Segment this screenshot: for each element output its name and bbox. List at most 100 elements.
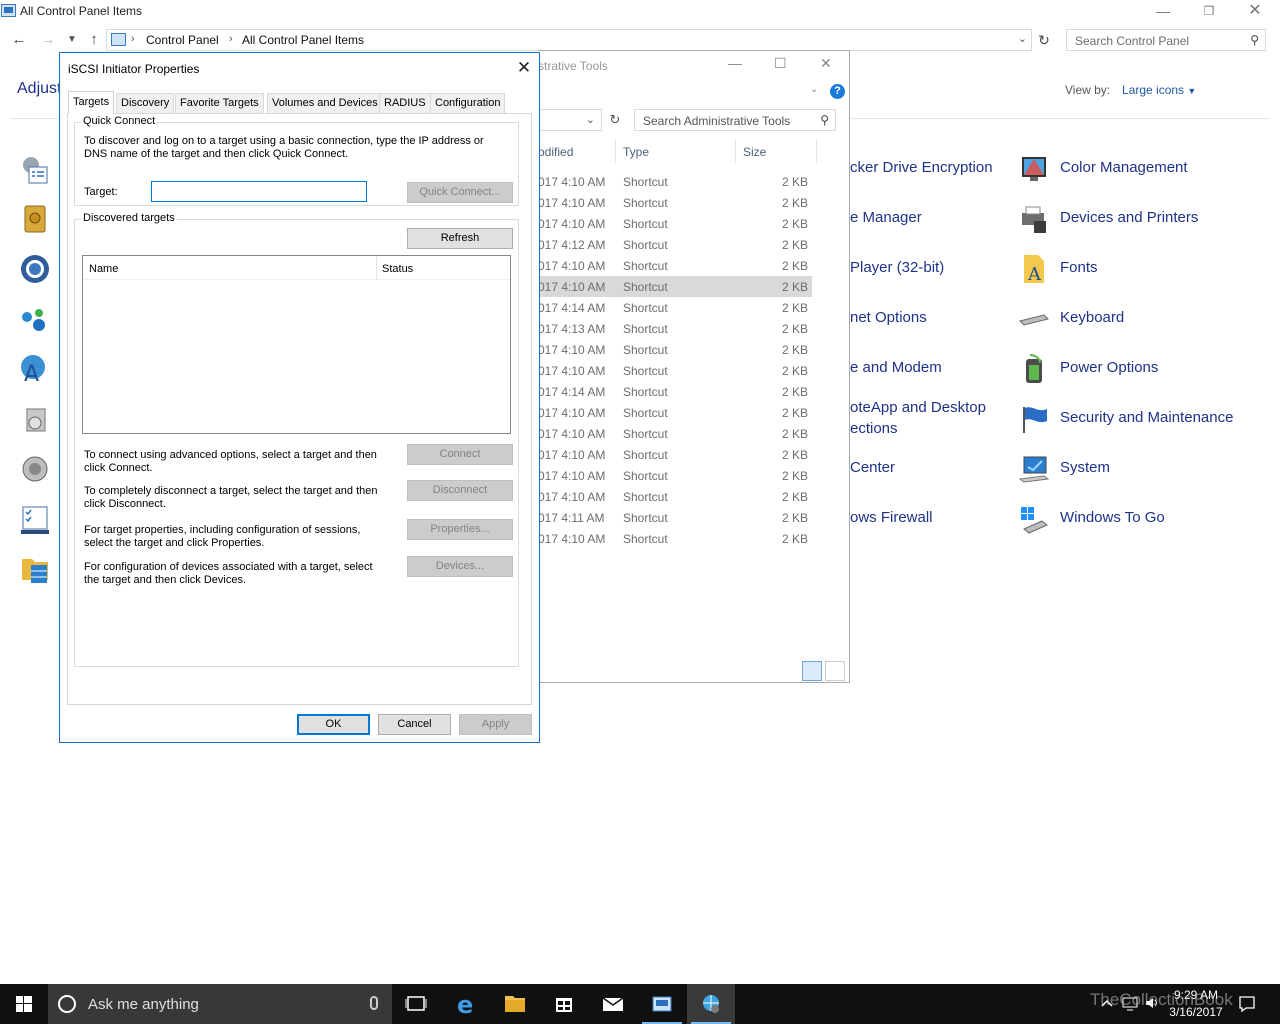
taskbar: Ask me anything e 9:29 AM 3/16/2017: [0, 984, 1280, 1024]
forward-arrow-icon[interactable]: →: [38, 30, 58, 50]
admin-tools-address-bar[interactable]: ⌄: [538, 109, 602, 131]
column-separator[interactable]: [615, 139, 616, 163]
targets-list[interactable]: Name Status: [82, 255, 511, 434]
cp-item-security-maintenance[interactable]: Security and Maintenance: [1018, 403, 1258, 435]
tab-discovery[interactable]: Discovery: [116, 93, 175, 113]
column-header-status[interactable]: Status: [382, 263, 413, 275]
disconnect-button[interactable]: Disconnect: [407, 480, 513, 501]
file-row[interactable]: 017 4:10 AM Shortcut 2 KB: [538, 444, 812, 465]
cp-item-fonts[interactable]: A Fonts: [1018, 253, 1258, 285]
tab-favorite-targets[interactable]: Favorite Targets: [175, 93, 264, 113]
connect-button[interactable]: Connect: [407, 444, 513, 465]
language-icon[interactable]: A: [19, 353, 51, 385]
column-separator[interactable]: [735, 139, 736, 163]
administrative-tools-window[interactable]: strative Tools — ☐ ✕ ⌄ ? ⌄ ↻ Search Admi…: [538, 50, 850, 683]
work-folders-icon[interactable]: [19, 553, 51, 585]
ribbon-expand-chevron-icon[interactable]: ⌄: [810, 84, 818, 95]
start-button[interactable]: [0, 984, 48, 1024]
cp-item-keyboard[interactable]: Keyboard: [1018, 303, 1258, 335]
control-panel-search-input[interactable]: Search Control Panel ⚲: [1066, 29, 1266, 51]
file-row[interactable]: 017 4:12 AM Shortcut 2 KB: [538, 234, 812, 255]
recent-locations-chevron-icon[interactable]: ▼: [62, 30, 82, 50]
file-row[interactable]: 017 4:10 AM Shortcut 2 KB: [538, 339, 812, 360]
file-row[interactable]: 017 4:10 AM Shortcut 2 KB: [538, 276, 812, 297]
cp-item-devices-printers[interactable]: Devices and Printers: [1018, 203, 1258, 235]
file-row[interactable]: 017 4:10 AM Shortcut 2 KB: [538, 465, 812, 486]
view-by-dropdown[interactable]: Large icons ▼: [1122, 83, 1196, 97]
cp-item-windows-to-go[interactable]: Windows To Go: [1018, 503, 1258, 535]
address-dropdown-chevron-icon[interactable]: ⌄: [1018, 32, 1027, 45]
file-row[interactable]: 017 4:13 AM Shortcut 2 KB: [538, 318, 812, 339]
refresh-icon[interactable]: ↻: [604, 109, 626, 131]
file-row[interactable]: 017 4:10 AM Shortcut 2 KB: [538, 402, 812, 423]
apply-button[interactable]: Apply: [459, 714, 532, 735]
tab-targets[interactable]: Targets: [68, 91, 115, 114]
address-bar[interactable]: › Control Panel › All Control Panel Item…: [106, 29, 1032, 51]
file-row[interactable]: 017 4:10 AM Shortcut 2 KB: [538, 171, 812, 192]
cancel-button[interactable]: Cancel: [378, 714, 451, 735]
column-separator[interactable]: [816, 139, 817, 163]
sound-icon[interactable]: [19, 453, 51, 485]
programs-features-icon[interactable]: [19, 403, 51, 435]
taskbar-file-explorer[interactable]: [491, 984, 539, 1024]
close-icon[interactable]: ✕: [512, 57, 536, 79]
admin-tools-search-input[interactable]: Search Administrative Tools ⚲: [634, 109, 836, 131]
cortana-search-box[interactable]: Ask me anything: [48, 984, 392, 1024]
file-row[interactable]: 017 4:10 AM Shortcut 2 KB: [538, 360, 812, 381]
quick-connect-button[interactable]: Quick Connect...: [407, 182, 513, 203]
column-header-name[interactable]: Name: [89, 263, 118, 275]
devices-button[interactable]: Devices...: [407, 556, 513, 577]
file-row[interactable]: 017 4:14 AM Shortcut 2 KB: [538, 297, 812, 318]
file-row[interactable]: 017 4:10 AM Shortcut 2 KB: [538, 255, 812, 276]
file-row[interactable]: 017 4:11 AM Shortcut 2 KB: [538, 507, 812, 528]
file-row[interactable]: 017 4:10 AM Shortcut 2 KB: [538, 213, 812, 234]
default-programs-icon[interactable]: [19, 253, 51, 285]
taskbar-iscsi-initiator[interactable]: [687, 984, 735, 1024]
breadcrumb-control-panel[interactable]: Control Panel: [146, 33, 219, 47]
ok-button[interactable]: OK: [297, 714, 370, 735]
task-view-button[interactable]: [392, 984, 440, 1024]
tab-radius[interactable]: RADIUS: [379, 93, 431, 113]
taskbar-store[interactable]: [540, 984, 588, 1024]
maximize-button[interactable]: ☐: [774, 55, 787, 72]
column-separator[interactable]: [376, 256, 377, 279]
address-dropdown-chevron-icon[interactable]: ⌄: [586, 113, 595, 126]
tab-volumes-devices[interactable]: Volumes and Devices: [267, 93, 383, 113]
minimize-button[interactable]: —: [1140, 0, 1186, 24]
up-arrow-icon[interactable]: ↑: [84, 30, 104, 50]
cp-item-color-management[interactable]: Color Management: [1018, 153, 1258, 185]
cp-item-power-options[interactable]: Power Options: [1018, 353, 1258, 385]
file-row[interactable]: 017 4:10 AM Shortcut 2 KB: [538, 423, 812, 444]
tab-configuration[interactable]: Configuration: [430, 93, 506, 113]
restore-button[interactable]: ❐: [1186, 0, 1232, 24]
file-row[interactable]: 017 4:10 AM Shortcut 2 KB: [538, 486, 812, 507]
action-center-icon[interactable]: [19, 153, 51, 185]
taskbar-mail[interactable]: [589, 984, 637, 1024]
column-header-type[interactable]: Type: [623, 145, 649, 159]
file-row[interactable]: 017 4:14 AM Shortcut 2 KB: [538, 381, 812, 402]
column-header-date-modified[interactable]: odified: [538, 145, 573, 159]
close-button[interactable]: ✕: [820, 55, 832, 72]
cp-item-system[interactable]: System: [1018, 453, 1258, 485]
refresh-icon[interactable]: ↻: [1034, 30, 1054, 50]
back-arrow-icon[interactable]: ←: [9, 30, 29, 50]
close-button[interactable]: ✕: [1232, 0, 1278, 24]
taskbar-navigation-icon[interactable]: [19, 503, 51, 535]
help-icon[interactable]: ?: [830, 84, 845, 99]
action-center-notification-icon[interactable]: [1238, 995, 1256, 1013]
taskbar-edge[interactable]: e: [442, 984, 490, 1024]
column-header-size[interactable]: Size: [743, 145, 766, 159]
refresh-button[interactable]: Refresh: [407, 228, 513, 249]
file-row[interactable]: 017 4:10 AM Shortcut 2 KB: [538, 192, 812, 213]
minimize-button[interactable]: —: [728, 55, 742, 71]
taskbar-control-panel[interactable]: [638, 984, 686, 1024]
credential-manager-icon[interactable]: [19, 203, 51, 235]
homegroup-icon[interactable]: [19, 303, 51, 335]
file-row[interactable]: 017 4:10 AM Shortcut 2 KB: [538, 528, 812, 549]
target-input[interactable]: [151, 181, 367, 202]
large-icons-view-icon[interactable]: [825, 661, 845, 681]
details-view-icon[interactable]: [802, 661, 822, 681]
breadcrumb-all-items[interactable]: All Control Panel Items: [242, 33, 364, 47]
properties-button[interactable]: Properties...: [407, 519, 513, 540]
microphone-icon[interactable]: [370, 996, 378, 1010]
